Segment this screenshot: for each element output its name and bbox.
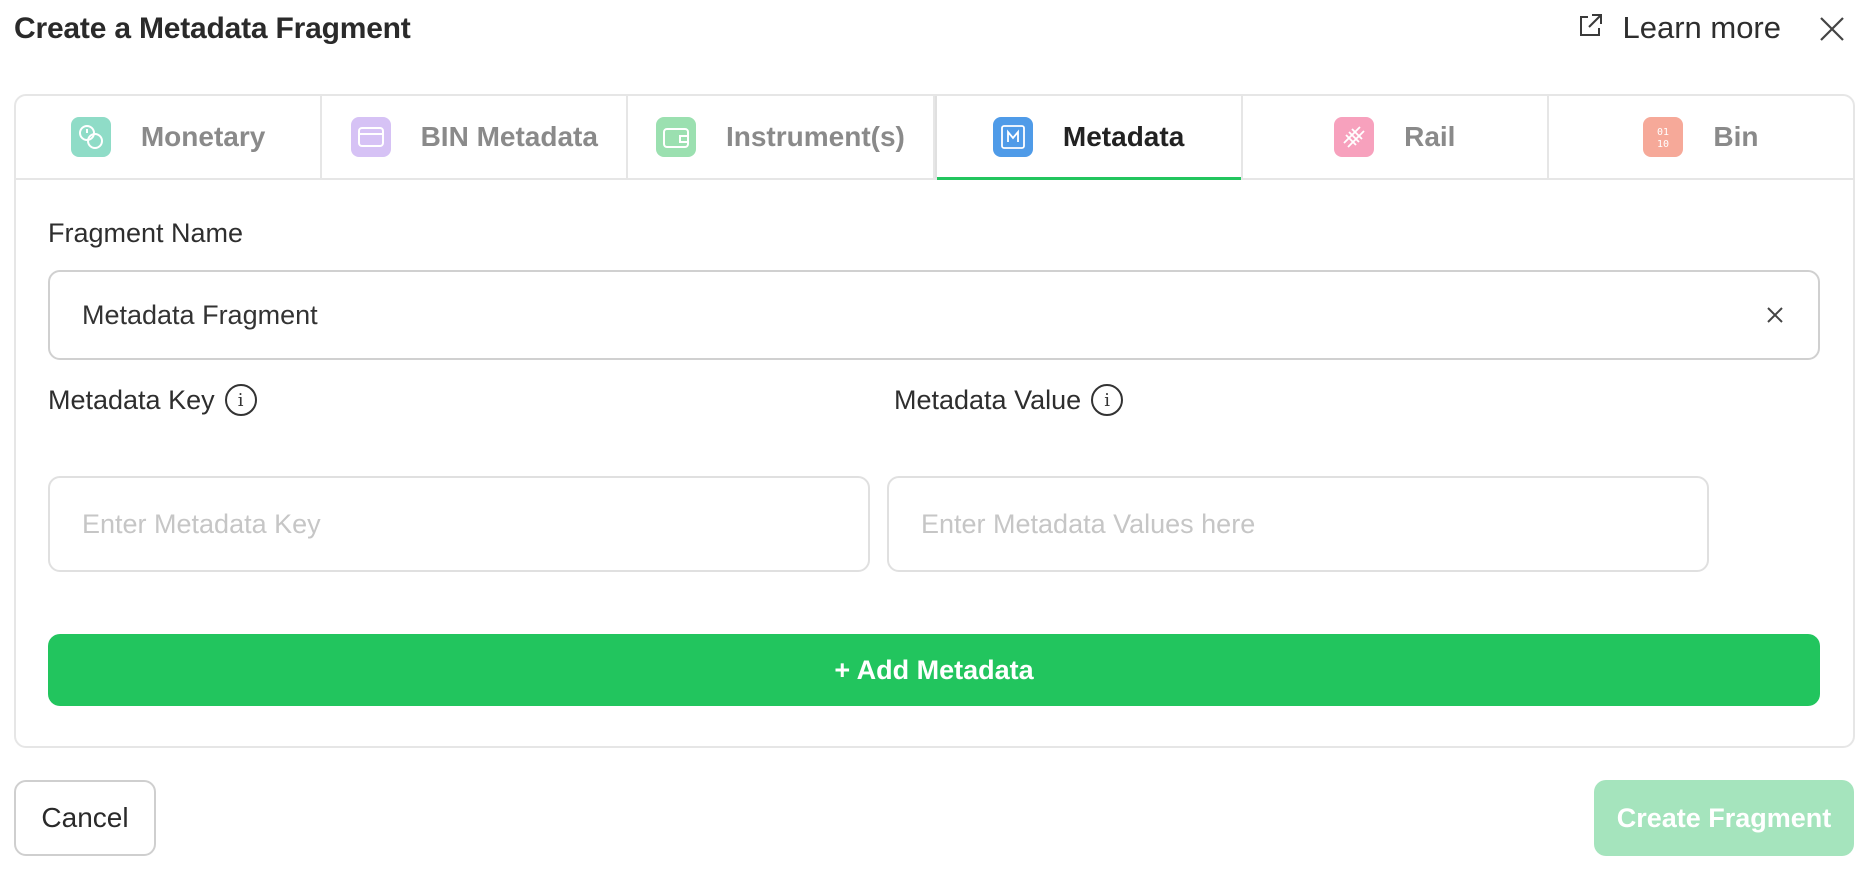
tab-monetary[interactable]: Monetary (16, 96, 323, 178)
rail-track-icon (1334, 117, 1375, 157)
learn-more-link[interactable]: Learn more (1576, 10, 1781, 46)
svg-text:10: 10 (1657, 139, 1669, 150)
card-icon (350, 117, 391, 157)
tab-metadata[interactable]: Metadata (934, 96, 1243, 180)
metadata-key-label-text: Metadata Key (48, 384, 215, 415)
metadata-m-icon (992, 117, 1033, 157)
tab-bin-metadata[interactable]: BIN Metadata (322, 96, 629, 178)
tab-label: Rail (1404, 121, 1456, 152)
learn-more-label: Learn more (1622, 10, 1781, 45)
metadata-value-label-text: Metadata Value (894, 384, 1082, 415)
tab-label: Instrument(s) (725, 121, 905, 152)
external-link-icon (1576, 12, 1604, 45)
fragment-name-value: Metadata Fragment (82, 299, 318, 330)
tab-rail[interactable]: Rail (1243, 96, 1549, 178)
wallet-icon (655, 117, 696, 157)
metadata-key-placeholder: Enter Metadata Key (82, 508, 321, 539)
tab-instruments[interactable]: Instrument(s) (628, 96, 935, 178)
create-fragment-button[interactable]: Create Fragment (1594, 780, 1854, 856)
metadata-value-placeholder: Enter Metadata Values here (921, 508, 1256, 539)
fragment-name-label-text: Fragment Name (48, 218, 244, 248)
add-metadata-label: + Add Metadata (834, 654, 1034, 685)
info-icon[interactable]: i (1091, 384, 1124, 416)
svg-text:01: 01 (1657, 127, 1669, 138)
fragment-name-input[interactable]: Metadata Fragment (48, 270, 1820, 360)
dialog-title: Create a Metadata Fragment (14, 12, 411, 45)
dialog-header: Create a Metadata Fragment Learn more (14, 0, 1859, 62)
tab-label: BIN Metadata (420, 121, 598, 152)
fragment-form-panel: Monetary BIN Metadata Instrument(s) Meta… (14, 94, 1855, 748)
metadata-value-label: Metadata Value i (894, 384, 1124, 416)
tab-label: Bin (1713, 121, 1759, 152)
close-icon[interactable] (1817, 14, 1847, 44)
tab-bin[interactable]: 01 10 Bin (1549, 96, 1853, 178)
cancel-label: Cancel (41, 802, 129, 833)
tab-label: Metadata (1062, 121, 1185, 152)
metadata-key-input[interactable]: Enter Metadata Key (48, 476, 870, 572)
fragment-name-label: Fragment Name (48, 218, 243, 249)
create-fragment-label: Create Fragment (1616, 802, 1832, 833)
binary-icon: 01 10 (1643, 117, 1684, 157)
cancel-button[interactable]: Cancel (14, 780, 156, 856)
clear-input-icon[interactable] (1762, 302, 1788, 328)
info-icon[interactable]: i (224, 384, 257, 416)
metadata-key-label: Metadata Key i (48, 384, 257, 416)
coins-icon (70, 117, 111, 157)
fragment-type-tabs: Monetary BIN Metadata Instrument(s) Meta… (16, 96, 1853, 180)
metadata-value-input[interactable]: Enter Metadata Values here (887, 476, 1709, 572)
tab-label: Monetary (140, 121, 266, 152)
add-metadata-button[interactable]: + Add Metadata (48, 634, 1820, 706)
